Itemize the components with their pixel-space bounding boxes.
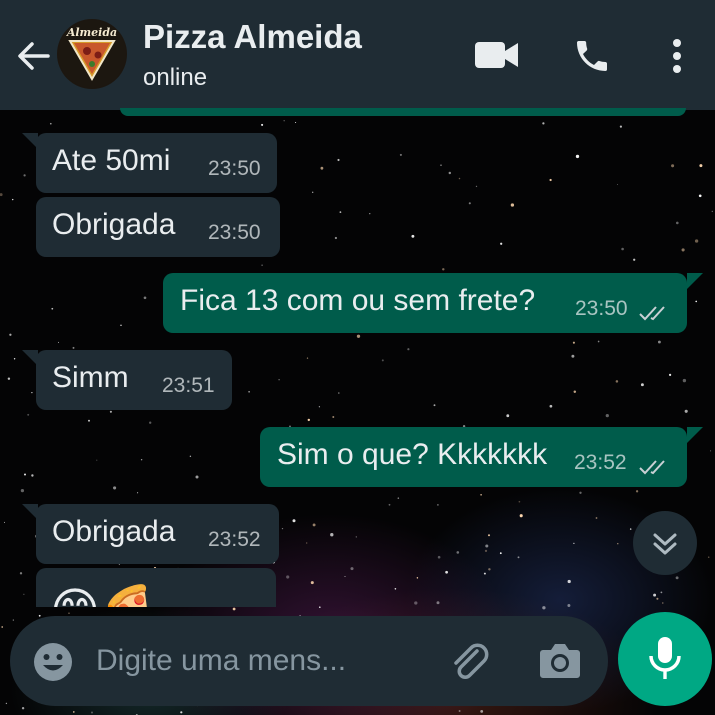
- message-text: Simm: [52, 361, 129, 394]
- chat-header: Almeida Pizza Almeida online: [0, 0, 715, 110]
- camera-icon[interactable]: [539, 641, 581, 679]
- message-outgoing[interactable]: Fica 13 com ou sem frete? 23:50: [163, 273, 687, 333]
- contact-status: online: [143, 64, 208, 91]
- message-text: Obrigada: [52, 515, 176, 548]
- message-time: 23:52: [208, 528, 261, 551]
- back-arrow-icon[interactable]: [14, 36, 54, 76]
- bubble-tail: [687, 273, 703, 289]
- bubble-tail: [22, 133, 38, 149]
- voice-message-button[interactable]: [618, 612, 712, 706]
- message-time: 23:50: [575, 297, 628, 320]
- message-outgoing[interactable]: Sim o que? Kkkkkkk 23:52: [260, 427, 687, 487]
- message-text: Fica 13 com ou sem frete?: [180, 284, 536, 317]
- message-time: 23:52: [574, 451, 627, 474]
- message-text: Ate 50mi: [52, 144, 171, 177]
- emoji-icon[interactable]: [32, 641, 74, 683]
- bubble-tail: [22, 504, 38, 520]
- message-text: Obrigada: [52, 208, 176, 241]
- message-time: 23:51: [162, 374, 215, 397]
- message-incoming[interactable]: Obrigada 23:52: [36, 504, 279, 564]
- contact-name[interactable]: Pizza Almeida: [143, 18, 362, 56]
- message-incoming[interactable]: Ate 50mi 23:50: [36, 133, 277, 193]
- more-options-icon[interactable]: [667, 36, 687, 81]
- svg-text:Almeida: Almeida: [66, 26, 117, 39]
- message-incoming[interactable]: Obrigada 23:50: [36, 197, 280, 257]
- message-input-bar[interactable]: Digite uma mens...: [10, 616, 608, 706]
- bubble-tail: [22, 350, 38, 366]
- video-call-icon[interactable]: [474, 40, 520, 75]
- read-receipt-icon: [639, 460, 665, 475]
- message-incoming[interactable]: 😊🍕: [36, 568, 276, 607]
- message-time: 23:50: [208, 157, 261, 180]
- message-incoming[interactable]: Simm 23:51: [36, 350, 232, 410]
- scroll-to-bottom-button[interactable]: [633, 511, 697, 575]
- message-input-placeholder[interactable]: Digite uma mens...: [96, 644, 346, 678]
- previous-message-edge: [120, 108, 686, 116]
- double-chevron-down-icon: [653, 533, 677, 555]
- message-emoji: 😊🍕: [50, 582, 160, 607]
- read-receipt-icon: [639, 306, 665, 321]
- paperclip-icon[interactable]: [447, 639, 495, 687]
- message-clip: 😊🍕: [36, 568, 276, 607]
- microphone-icon: [649, 637, 681, 679]
- message-time: 23:50: [208, 221, 261, 244]
- avatar[interactable]: Almeida: [57, 19, 127, 89]
- phone-icon[interactable]: [572, 36, 612, 81]
- message-text: Sim o que? Kkkkkkk: [277, 438, 548, 471]
- pizza-logo-icon: Almeida: [58, 20, 126, 88]
- bubble-tail: [687, 427, 703, 443]
